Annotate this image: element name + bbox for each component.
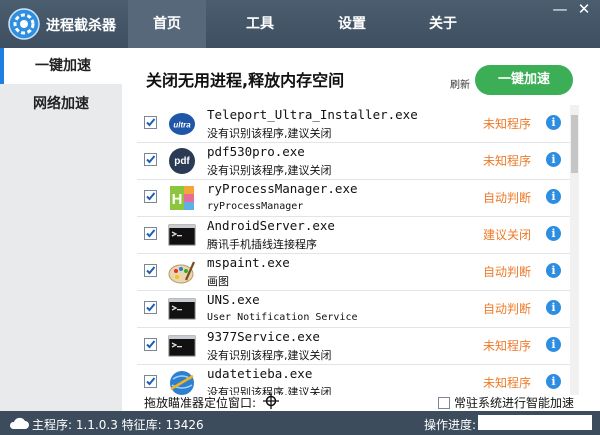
process-name: udatetieba.exe xyxy=(207,366,313,381)
info-icon[interactable]: i xyxy=(546,226,561,241)
process-name: Teleport_Ultra_Installer.exe xyxy=(207,107,418,122)
svg-text:pdf: pdf xyxy=(174,156,190,167)
info-icon[interactable]: i xyxy=(546,115,561,130)
progress-bar xyxy=(478,415,592,430)
crosshair-icon[interactable] xyxy=(263,393,279,409)
tab-tools[interactable]: 工具 xyxy=(221,0,299,48)
progress-label: 操作进度: xyxy=(424,418,477,432)
minimize-button[interactable]: — xyxy=(550,1,570,19)
process-name: AndroidServer.exe xyxy=(207,218,335,233)
app-title: 进程截杀器 xyxy=(46,18,116,34)
process-status[interactable]: 自动判断 xyxy=(483,300,531,317)
process-checkbox[interactable] xyxy=(144,116,157,129)
process-row[interactable]: AndroidServer.exe 腾讯手机插线连接程序 建议关闭 i xyxy=(137,216,570,254)
sidebar: 一键加速 网络加速 xyxy=(0,48,123,411)
process-checkbox[interactable] xyxy=(144,153,157,166)
process-row[interactable]: H ryProcessManager.exe ryProcessManager … xyxy=(137,179,570,217)
process-checkbox[interactable] xyxy=(144,190,157,203)
process-checkbox[interactable] xyxy=(144,264,157,277)
refresh-link[interactable]: 刷新 xyxy=(450,76,470,91)
process-checkbox[interactable] xyxy=(144,338,157,351)
info-icon[interactable]: i xyxy=(546,152,561,167)
process-description: 没有识别该程序,建议关闭 xyxy=(207,349,332,362)
process-row[interactable]: udatetieba.exe 没有识别该程序,建议关闭 未知程序 i xyxy=(137,364,570,395)
globe-icon xyxy=(170,371,194,395)
autostart-label: 常驻系统进行智能加速 xyxy=(454,396,575,410)
scrollbar-thumb[interactable] xyxy=(571,115,578,173)
process-description: 没有识别该程序,建议关闭 xyxy=(207,127,332,140)
cloud-icon xyxy=(9,417,29,429)
process-status[interactable]: 未知程序 xyxy=(483,337,531,354)
info-icon[interactable]: i xyxy=(546,263,561,278)
ultra-icon: ultra xyxy=(169,113,195,135)
app-window: 进程截杀器 首页 工具 设置 关于 — ✕ 一键加速 网络加速 关闭无用进程,释… xyxy=(0,0,600,435)
h5-icon: H xyxy=(170,186,194,210)
pdf-icon: pdf xyxy=(169,148,195,174)
process-row[interactable]: UNS.exe User Notification Service 自动判断 i xyxy=(137,290,570,328)
process-list: ultra Teleport_Ultra_Installer.exe 没有识别该… xyxy=(137,105,570,395)
process-status[interactable]: 自动判断 xyxy=(483,189,531,206)
process-checkbox[interactable] xyxy=(144,375,157,388)
autostart-option[interactable]: 常驻系统进行智能加速 xyxy=(438,394,574,411)
svg-text:ultra: ultra xyxy=(173,121,191,130)
process-row[interactable]: mspaint.exe 画图 自动判断 i xyxy=(137,253,570,291)
process-name: mspaint.exe xyxy=(207,255,290,270)
process-name: pdf530pro.exe xyxy=(207,144,305,159)
tab-about[interactable]: 关于 xyxy=(404,0,482,48)
process-checkbox[interactable] xyxy=(144,301,157,314)
process-status[interactable]: 未知程序 xyxy=(483,374,531,391)
sidebar-item-one-click-accelerate[interactable]: 一键加速 xyxy=(0,48,122,84)
info-icon[interactable]: i xyxy=(546,189,561,204)
process-status[interactable]: 建议关闭 xyxy=(483,226,531,243)
process-status[interactable]: 未知程序 xyxy=(483,115,531,132)
process-description: User Notification Service xyxy=(207,312,358,323)
status-bar: 主程序: 1.1.0.3 特征库: 13426 操作进度: xyxy=(0,411,600,435)
process-name: ryProcessManager.exe xyxy=(207,181,358,196)
process-description: 没有识别该程序,建议关闭 xyxy=(207,164,332,177)
app-logo-icon xyxy=(8,8,40,40)
console-icon xyxy=(168,224,196,246)
process-status[interactable]: 自动判断 xyxy=(483,263,531,280)
close-button[interactable]: ✕ xyxy=(574,1,594,19)
process-row[interactable]: pdf pdf530pro.exe 没有识别该程序,建议关闭 未知程序 i xyxy=(137,142,570,180)
main-panel: 关闭无用进程,释放内存空间 刷新 一键加速 ultra Teleport_Ult… xyxy=(122,48,600,411)
process-description: 腾讯手机插线连接程序 xyxy=(207,238,317,251)
sidebar-item-network-accelerate[interactable]: 网络加速 xyxy=(0,86,122,122)
process-checkbox[interactable] xyxy=(144,227,157,240)
page-title: 关闭无用进程,释放内存空间 xyxy=(146,71,345,90)
info-icon[interactable]: i xyxy=(546,300,561,315)
palette-icon xyxy=(168,261,196,284)
console-icon xyxy=(168,335,196,357)
process-description: 画图 xyxy=(207,275,229,288)
title-bar: 进程截杀器 首页 工具 设置 关于 — ✕ xyxy=(0,0,600,50)
process-list-scrollbar[interactable] xyxy=(570,105,579,395)
autostart-checkbox[interactable] xyxy=(438,397,450,409)
process-name: UNS.exe xyxy=(207,292,260,307)
target-window-label: 拖放瞄准器定位窗口: xyxy=(144,396,257,410)
process-row[interactable]: ultra Teleport_Ultra_Installer.exe 没有识别该… xyxy=(137,105,570,143)
one-click-accelerate-button[interactable]: 一键加速 xyxy=(475,65,573,95)
info-icon[interactable]: i xyxy=(546,374,561,389)
tab-settings[interactable]: 设置 xyxy=(313,0,391,48)
info-icon[interactable]: i xyxy=(546,337,561,352)
svg-text:H: H xyxy=(172,191,183,208)
process-status[interactable]: 未知程序 xyxy=(483,152,531,169)
console-icon xyxy=(168,298,196,320)
process-row[interactable]: 9377Service.exe 没有识别该程序,建议关闭 未知程序 i xyxy=(137,327,570,365)
process-description: ryProcessManager xyxy=(207,201,304,212)
version-info: 主程序: 1.1.0.3 特征库: 13426 xyxy=(32,418,204,432)
tab-home[interactable]: 首页 xyxy=(128,0,206,48)
process-name: 9377Service.exe xyxy=(207,329,320,344)
